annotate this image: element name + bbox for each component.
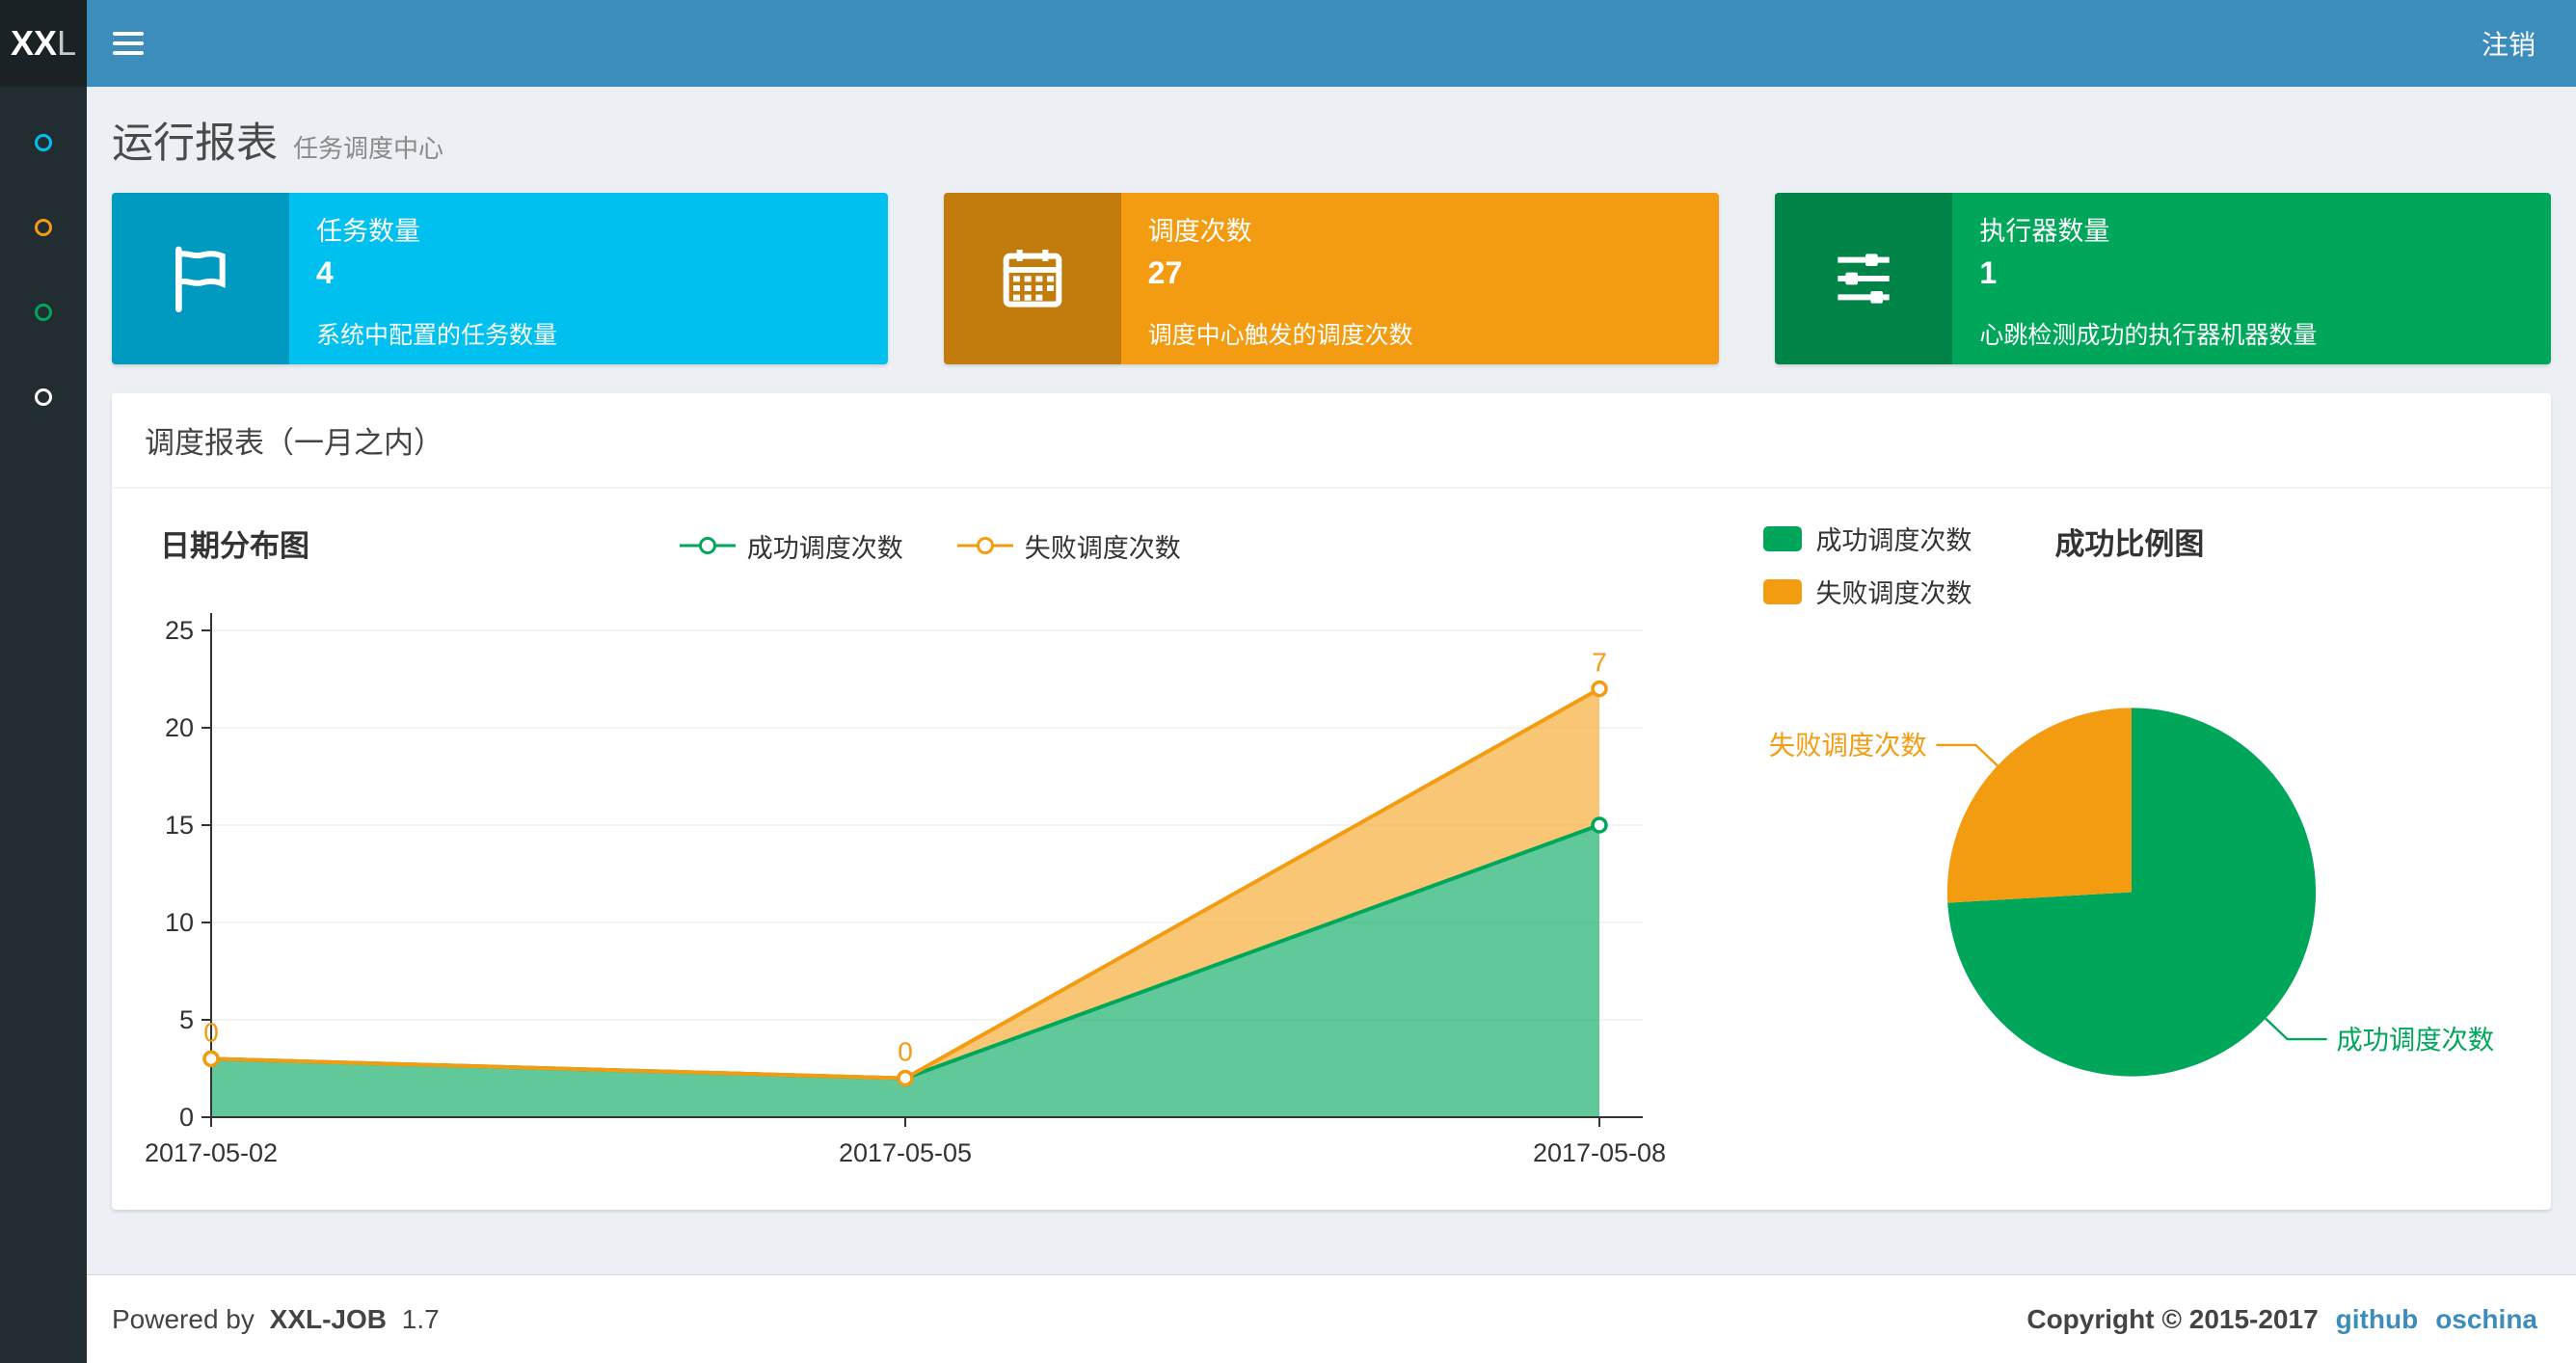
svg-text:5: 5: [179, 1005, 194, 1034]
info-box-value: 27: [1147, 255, 1183, 290]
info-box-jobs: 任务数量 4 系统中配置的任务数量: [112, 193, 888, 364]
circle-icon: [35, 388, 52, 406]
line-marker-icon: [956, 537, 1013, 554]
svg-text:20: 20: [165, 713, 194, 742]
sidebar-toggle-button[interactable]: [87, 0, 170, 87]
report-panel: 调度报表（一月之内） 日期分布图 成功调度次数 失败调度次数 0 5 10 15…: [112, 393, 2551, 1210]
footer: Powered by XXL-JOB 1.7 Copyright © 2015-…: [87, 1274, 2576, 1363]
pie-chart-legend: 成功调度次数 失败调度次数: [1763, 520, 1972, 610]
sidebar-item-2[interactable]: [0, 216, 87, 239]
info-box-value: 4: [316, 255, 334, 290]
github-link[interactable]: github: [2336, 1304, 2419, 1335]
circle-icon: [35, 219, 52, 236]
info-box-description: 心跳检测成功的执行器机器数量: [1979, 322, 2318, 349]
info-box-title: 执行器数量: [1979, 217, 2110, 246]
line-chart-legend: 成功调度次数 失败调度次数: [678, 527, 1181, 565]
legend-item-success[interactable]: 成功调度次数: [1763, 520, 1972, 557]
sliders-icon: [1775, 193, 1953, 364]
page-header: 运行报表 任务调度中心: [87, 87, 2576, 175]
logout-button[interactable]: 注销: [2441, 0, 2576, 87]
top-navbar: XX L 注销: [0, 0, 2576, 87]
sidebar-item-1[interactable]: [0, 131, 87, 154]
brand-name: XXL-JOB: [269, 1303, 388, 1334]
copyright-text: Copyright © 2015-2017: [2026, 1303, 2319, 1334]
svg-text:成功调度次数: 成功调度次数: [2337, 1025, 2495, 1055]
legend-swatch-icon: [1763, 525, 1803, 551]
sidebar-item-3[interactable]: [0, 301, 87, 324]
sidebar-item-4[interactable]: [0, 386, 87, 409]
svg-text:0: 0: [179, 1103, 194, 1132]
pie-chart-title: 成功比例图: [2054, 527, 2205, 561]
success-ratio-pie: 成功调度次数 失败调度次数: [1769, 708, 2495, 1077]
circle-icon: [35, 134, 52, 151]
calendar-icon: [943, 193, 1121, 364]
hamburger-icon: [113, 32, 144, 36]
logo-text-light: L: [57, 23, 77, 63]
info-box-executors: 执行器数量 1 心跳检测成功的执行器机器数量: [1775, 193, 2552, 364]
info-box-description: 调度中心触发的调度次数: [1147, 322, 1413, 349]
powered-by-text: Powered by: [112, 1303, 255, 1334]
content-area: 运行报表 任务调度中心 任务数量 4 系统中配置的任务数量 调度次数 27 调度…: [87, 87, 2576, 1274]
logo-text-bold: XX: [10, 23, 57, 63]
svg-text:2017-05-08: 2017-05-08: [1533, 1138, 1666, 1167]
flag-icon: [112, 193, 289, 364]
success-ratio-block: 成功调度次数 失败调度次数 成功比例图 成功调度次数 失败调度次数: [1719, 514, 2534, 1185]
date-distribution-chart: 05101520252017-05-02 2017-05-05 2017-05-08…: [145, 613, 1666, 1167]
info-box-row: 任务数量 4 系统中配置的任务数量 调度次数 27 调度中心触发的调度次数 执行…: [87, 193, 2576, 364]
sidebar: [0, 87, 87, 1363]
svg-text:25: 25: [165, 616, 194, 645]
circle-icon: [35, 304, 52, 321]
info-box-description: 系统中配置的任务数量: [316, 322, 558, 349]
version-text: 1.7: [401, 1303, 440, 1334]
legend-item-success[interactable]: 成功调度次数: [678, 527, 903, 565]
info-box-value: 1: [1979, 255, 1998, 290]
svg-text:失败调度次数: 失败调度次数: [1769, 731, 1927, 761]
svg-text:0: 0: [203, 1017, 219, 1047]
page-subtitle: 任务调度中心: [293, 134, 444, 163]
info-box-title: 任务数量: [316, 217, 420, 246]
svg-text:15: 15: [165, 811, 194, 840]
svg-text:2017-05-05: 2017-05-05: [839, 1138, 972, 1167]
legend-item-fail[interactable]: 失败调度次数: [955, 527, 1181, 565]
svg-text:7: 7: [1592, 648, 1607, 678]
panel-title: 调度报表（一月之内）: [112, 393, 2551, 489]
info-box-title: 调度次数: [1147, 217, 1252, 246]
svg-text:10: 10: [165, 908, 194, 937]
oschina-link[interactable]: oschina: [2435, 1304, 2537, 1335]
date-distribution-block: 日期分布图 成功调度次数 失败调度次数 0 5 10 15 20 25 2017…: [139, 514, 1719, 1185]
info-box-triggers: 调度次数 27 调度中心触发的调度次数: [943, 193, 1720, 364]
svg-text:0: 0: [898, 1037, 913, 1067]
svg-text:2017-05-02: 2017-05-02: [145, 1138, 278, 1167]
page-title: 运行报表: [112, 120, 278, 167]
line-marker-icon: [679, 537, 736, 554]
line-chart-title: 日期分布图: [160, 529, 309, 563]
legend-swatch-icon: [1763, 578, 1803, 604]
app-logo[interactable]: XX L: [0, 0, 87, 87]
legend-item-fail[interactable]: 失败调度次数: [1763, 573, 1972, 610]
